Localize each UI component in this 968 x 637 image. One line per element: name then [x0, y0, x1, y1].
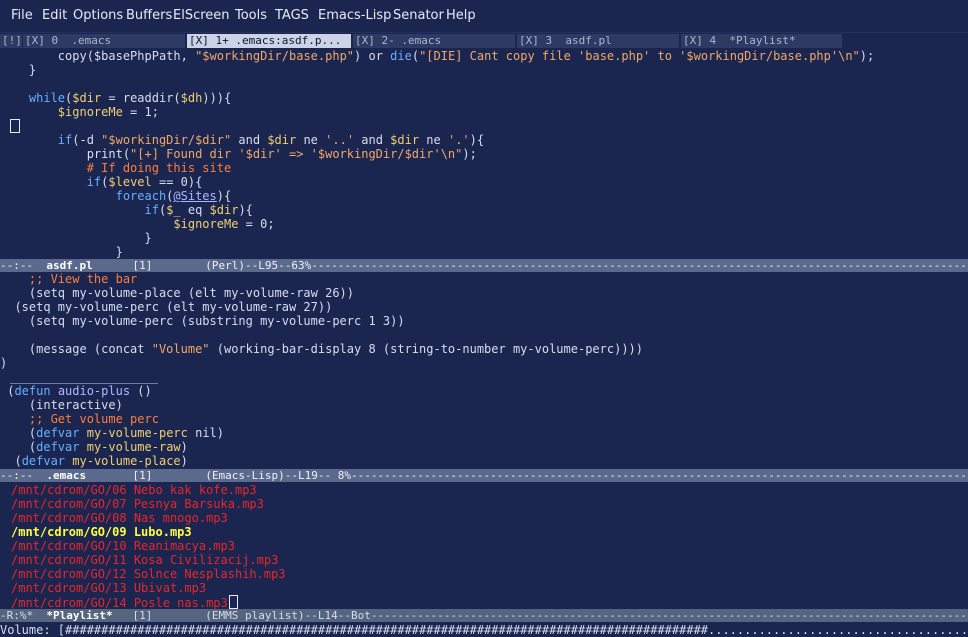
playlist-window[interactable]: /mnt/cdrom/GO/06 Nebo kak kofe.mp3/mnt/c… — [0, 482, 968, 610]
defun-separator-underline — [10, 383, 158, 384]
code-line: (setq my-volume-perc (elt my-volume-raw … — [0, 300, 333, 314]
tab-screen-4[interactable]: [X] 4 *Playlist* — [681, 34, 842, 48]
code-line: ) — [0, 356, 8, 370]
elisp-window[interactable]: ;; View the bar (setq my-volume-place (e… — [0, 272, 968, 470]
minibuffer-volume: Volume: [###############################… — [0, 623, 968, 637]
menu-tags[interactable]: TAGS — [275, 7, 309, 25]
menu-elscreen[interactable]: ElScreen — [173, 7, 230, 25]
tab-screen-3[interactable]: [X] 3 asdf.pl — [517, 34, 679, 48]
playlist-track[interactable]: /mnt/cdrom/GO/06 Nebo kak kofe.mp3 — [11, 483, 257, 497]
code-line: (defun audio-plus () — [0, 384, 152, 398]
mode-line-playlist: -R:%* *Playlist* [1] (EMMS playlist)--L1… — [0, 609, 968, 622]
code-line: ;; Get volume perc — [28, 412, 159, 426]
menu-buffers[interactable]: Buffers — [126, 7, 172, 25]
code-line: copy($basePhpPath, "$workingDir/base.php… — [0, 49, 875, 63]
code-line: (defvar my-volume-perc nil) — [0, 426, 224, 440]
code-line: ;; View the bar — [28, 272, 138, 286]
code-line: $ignoreMe = 1; — [57, 105, 159, 119]
elscreen-tab-bar: [!] [X] 0 .emacs [X] 1+ .emacs:asdf.p... [X… — [0, 33, 968, 49]
menu-bar: File Edit Options Buffers ElScreen Tools TAGS E… — [0, 0, 968, 33]
playlist-track-current[interactable]: /mnt/cdrom/GO/09 Lubo.mp3 — [11, 525, 192, 539]
code-line: print("[+] Found dir '$dir' => '$working… — [0, 147, 477, 161]
empty-line-cursor — [10, 119, 20, 133]
code-line: (defvar my-volume-raw) — [0, 440, 188, 454]
playlist-track[interactable]: /mnt/cdrom/GO/13 Ubivat.mp3 — [11, 581, 206, 595]
code-line: } — [0, 63, 37, 77]
playlist-track[interactable]: /mnt/cdrom/GO/10 Reanimacya.mp3 — [11, 539, 235, 553]
mode-line-perl: --:-- asdf.pl [1] (Perl)--L95--63%------… — [0, 259, 968, 272]
buffer-name[interactable]: .emacs — [46, 469, 86, 482]
menu-file[interactable]: File — [11, 7, 33, 25]
playlist-track[interactable]: /mnt/cdrom/GO/14 Posle nas.mp3 — [11, 595, 238, 610]
tab-bar-menu[interactable]: [!] — [0, 34, 22, 48]
menu-help[interactable]: Help — [446, 7, 476, 25]
code-line: (defvar my-volume-place) — [0, 454, 188, 468]
buffer-name[interactable]: asdf.pl — [46, 259, 92, 272]
tab-screen-0[interactable]: [X] 0 .emacs — [23, 34, 185, 48]
code-line: if($_ eq $dir){ — [144, 203, 253, 217]
code-line: foreach(@Sites){ — [115, 189, 232, 203]
code-line: } — [0, 231, 152, 245]
mode-line-elisp: --:-- .emacs [1] (Emacs-Lisp)--L19-- 8%-… — [0, 469, 968, 482]
tab-screen-1[interactable]: [X] 1+ .emacs:asdf.p... — [187, 34, 351, 48]
playlist-track[interactable]: /mnt/cdrom/GO/11 Kosa Civilizacij.mp3 — [11, 553, 278, 567]
buffer-name[interactable]: *Playlist* — [46, 609, 112, 622]
code-line: (setq my-volume-place (elt my-volume-raw… — [0, 286, 355, 300]
perl-window[interactable]: copy($basePhpPath, "$workingDir/base.php… — [0, 49, 968, 260]
code-line: $ignoreMe = 0; — [173, 217, 275, 231]
code-line: if(-d "$workingDir/$dir" and $dir ne '..… — [57, 133, 485, 147]
menu-options[interactable]: Options — [73, 7, 123, 25]
code-line: while($dir = readdir($dh))){ — [28, 91, 232, 105]
menu-edit[interactable]: Edit — [42, 7, 67, 25]
playlist-track[interactable]: /mnt/cdrom/GO/12 Solnce Nesplashih.mp3 — [11, 567, 286, 581]
menu-tools[interactable]: Tools — [235, 7, 267, 25]
code-line: (setq my-volume-perc (substring my-volum… — [0, 314, 405, 328]
text-cursor — [228, 595, 238, 609]
tab-screen-2[interactable]: [X] 2- .emacs — [353, 34, 515, 48]
code-line: } — [0, 245, 123, 259]
menu-senator[interactable]: Senator — [393, 7, 444, 25]
playlist-track[interactable]: /mnt/cdrom/GO/08 Nas mnogo.mp3 — [11, 511, 228, 525]
playlist-track[interactable]: /mnt/cdrom/GO/07 Pesnya Barsuka.mp3 — [11, 497, 264, 511]
code-line: (interactive) — [0, 398, 123, 412]
menu-emacs-lisp[interactable]: Emacs-Lisp — [318, 7, 391, 25]
code-line: (message (concat "Volume" (working-bar-d… — [0, 342, 643, 356]
code-line: # If doing this site — [86, 161, 232, 175]
code-line: if($level == 0){ — [86, 175, 203, 189]
